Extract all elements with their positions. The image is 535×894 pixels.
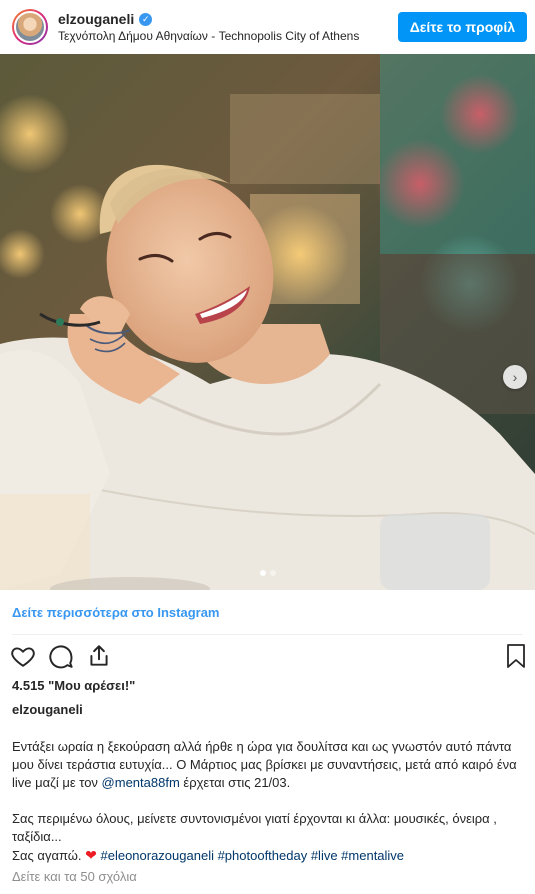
chevron-right-icon: › (512, 369, 518, 385)
username-link[interactable]: elzouganeli (58, 11, 134, 27)
action-bar (10, 643, 112, 669)
view-profile-button[interactable]: Δείτε το προφίλ (397, 12, 527, 42)
instagram-embed: elzouganeli ✓ Τεχνόπολη Δήμου Αθηναίων -… (0, 0, 535, 894)
photo-illustration (0, 54, 535, 590)
post-photo[interactable]: › (0, 54, 535, 590)
divider (12, 634, 523, 635)
caption-paragraph-2: Σας περιμένω όλους, μείνετε συντονισμένο… (12, 811, 497, 844)
carousel-next-button[interactable]: › (503, 365, 527, 389)
share-upload-icon[interactable] (86, 643, 112, 669)
view-all-comments-link[interactable]: Δείτε και τα 50 σχόλια (12, 869, 137, 884)
avatar-image (14, 11, 46, 43)
avatar[interactable] (12, 9, 48, 45)
caption-text: Εντάξει ωραία η ξεκούραση αλλά ήρθε η ώρ… (12, 738, 524, 865)
user-row: elzouganeli ✓ (58, 11, 398, 27)
view-more-on-instagram-link[interactable]: Δείτε περισσότερα στο Instagram (12, 605, 220, 620)
location-link[interactable]: Τεχνόπολη Δήμου Αθηναίων - Technopolis C… (58, 29, 398, 43)
caption-paragraph-3: Σας αγαπώ. ❤ #eleonorazouganeli #photoof… (12, 846, 524, 865)
caption-gap (12, 792, 524, 810)
caption-username[interactable]: elzouganeli (12, 702, 83, 717)
comment-bubble-icon[interactable] (48, 643, 74, 669)
post-header: elzouganeli ✓ Τεχνόπολη Δήμου Αθηναίων -… (0, 0, 535, 54)
mention-link[interactable]: @menta88fm (102, 775, 180, 790)
carousel-dots (0, 570, 535, 576)
red-heart-emoji-icon: ❤ (85, 847, 97, 863)
caption-line-3: Σας αγαπώ. (12, 848, 86, 863)
hashtag-links[interactable]: #eleonorazouganeli #photooftheday #live … (100, 848, 404, 863)
carousel-dot-active (259, 570, 266, 576)
heart-outline-icon[interactable] (10, 643, 36, 669)
bookmark-icon[interactable] (504, 643, 528, 669)
user-block: elzouganeli ✓ Τεχνόπολη Δήμου Αθηναίων -… (58, 11, 398, 43)
likes-count[interactable]: 4.515 "Μου αρέσει!" (12, 678, 135, 693)
carousel-dot (269, 570, 276, 576)
caption-line-1-end: έρχεται στις 21/03. (179, 775, 291, 790)
verified-badge-icon: ✓ (139, 12, 153, 26)
caption-paragraph-1: Εντάξει ωραία η ξεκούραση αλλά ήρθε η ώρ… (12, 738, 524, 792)
